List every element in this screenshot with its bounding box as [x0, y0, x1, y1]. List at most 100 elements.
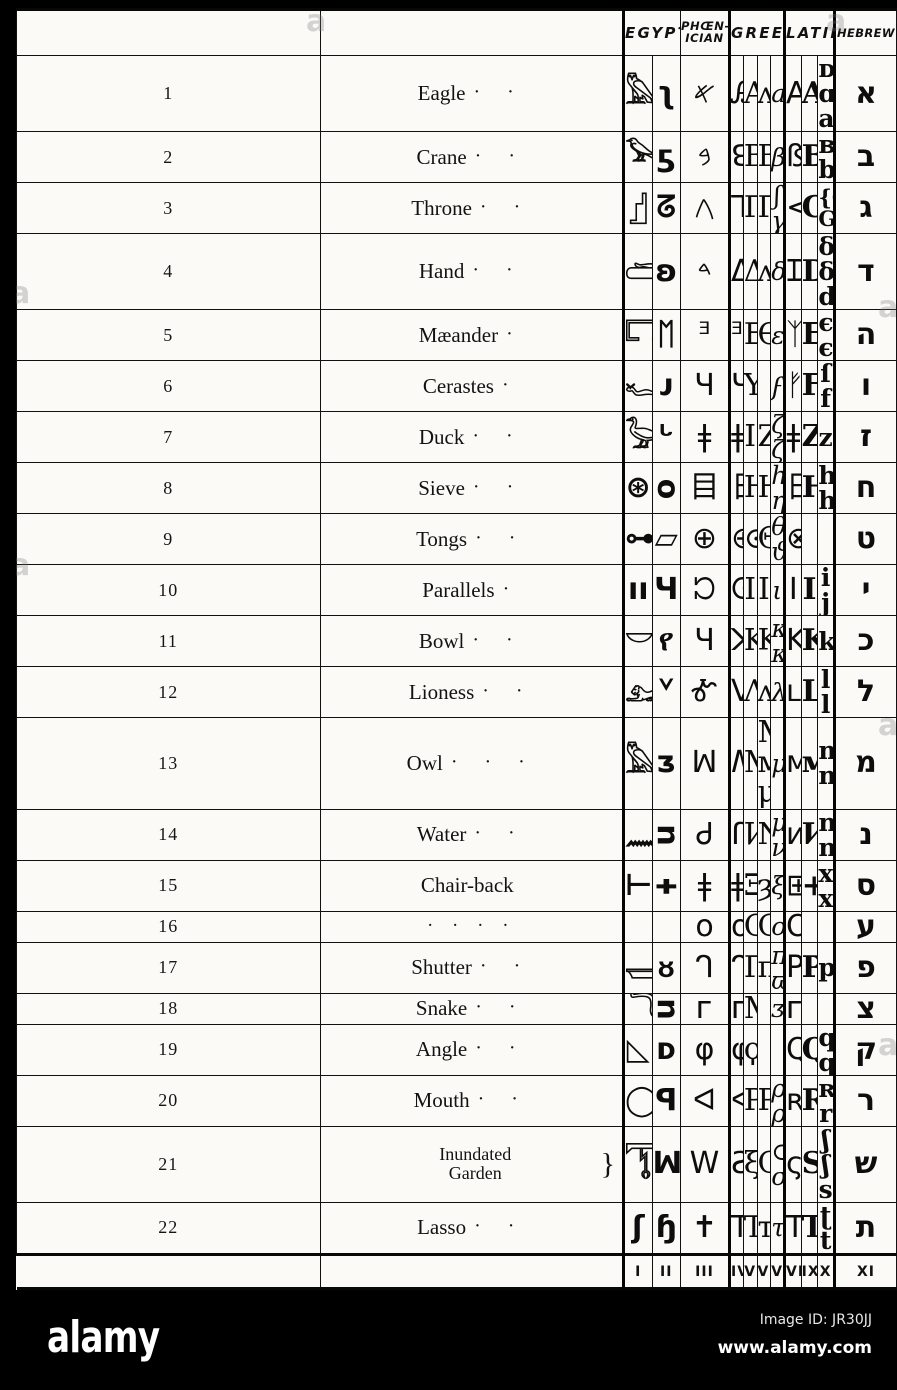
table-row: 14Water· ·𓈖ᴝᏧꓩͶNμ νᴎͶn nנ [16, 808, 897, 861]
leader-dots: · · [475, 996, 527, 1019]
egyptian-hieroglyph-glyph: ◺ [622, 1023, 653, 1076]
greek-glyph-4: ᴣ [770, 992, 785, 1025]
egyptian-hieroglyph-glyph: 𓉿 [622, 941, 653, 994]
latin-variant-line: {C [818, 185, 834, 211]
greek-glyph-2: B [742, 131, 758, 184]
greek-glyph-1: Ꭿ [728, 54, 744, 133]
latin-glyph-3: ʃ ʃ s [817, 1125, 835, 1203]
header-egyptian: EGYPTIAN [622, 8, 681, 56]
brace-glyph: } [600, 1147, 615, 1181]
greek-glyph-4: ⊂ σ [770, 1125, 785, 1203]
egyptian-hieratic-glyph: ʚ [651, 233, 681, 311]
hebrew-glyph: ח [833, 462, 897, 515]
phoenician-glyph: ǂ [680, 411, 730, 464]
row-name-text: Angle [415, 1037, 468, 1062]
row-name: Lioness · · [319, 666, 624, 719]
row-name-text: Mouth [413, 1088, 470, 1113]
row-name: Snake · · [319, 992, 624, 1025]
hebrew-glyph: י [833, 564, 897, 617]
latin-glyph-2: E [800, 309, 819, 362]
latin-glyph-3: z [817, 411, 835, 464]
hebrew-glyph: צ [833, 992, 897, 1025]
column-numeral: X [817, 1253, 835, 1290]
egyptian-hieratic-glyph: ▱ [651, 513, 681, 566]
egyptian-hieratic-glyph [651, 910, 681, 943]
row-number: 18 [16, 992, 321, 1025]
comparative-alphabet-table: EGYPTIAN PHŒN- ICIAN GREEK LATIN HEBREW … [16, 8, 897, 1290]
egyptian-hieroglyph-glyph: 𓇰 [622, 1125, 653, 1203]
row-number: 2 [16, 131, 321, 184]
latin-glyph-2: D [800, 233, 819, 311]
greek-glyph-4: θ ϑ [770, 513, 785, 566]
greek-glyph-1: Ч [728, 360, 744, 413]
hebrew-glyph: ר [833, 1074, 897, 1127]
greek-glyph-3 [756, 1023, 772, 1076]
greek-glyph-1: ᒉ [728, 941, 744, 994]
latin-glyph-3: ẟ ẟ d [817, 233, 835, 311]
latin-glyph-1: ᴦ [783, 992, 802, 1025]
egyptian-hieroglyph-glyph: ⊛ [622, 462, 653, 515]
row-number: 10 [16, 564, 321, 617]
egyptian-hieroglyph-glyph: ⊢⊣ [622, 859, 653, 912]
latin-glyph-2: H [800, 462, 819, 515]
row-name: Cerastes · [319, 360, 624, 413]
row-number: 8 [16, 462, 321, 515]
greek-glyph-2: I [742, 411, 758, 464]
row-name: Bowl · · [319, 615, 624, 668]
latin-glyph-2: T [800, 1201, 819, 1256]
egyptian-hieratic-glyph: ᘁ [651, 666, 681, 719]
latin-glyph-3: n n [817, 808, 835, 861]
row-name-text: Crane [416, 144, 467, 169]
greek-glyph-1: φ [728, 1023, 744, 1076]
latin-glyph-2: + [800, 859, 819, 912]
leader-dots: · · [472, 628, 524, 651]
latin-variant-line: Gɕʗg [818, 206, 835, 232]
greek-glyph-4: ξ [770, 859, 785, 912]
latin-glyph-3: ʀ r [817, 1074, 835, 1127]
column-numeral: V [742, 1253, 758, 1290]
greek-glyph-4: h η [770, 462, 785, 515]
latin-glyph-1: < [783, 182, 802, 235]
hebrew-glyph: ש [833, 1125, 897, 1203]
row-number: 9 [16, 513, 321, 566]
phoenician-glyph: φ [680, 1023, 730, 1076]
row-name: Shutter · · [319, 941, 624, 994]
phoenician-glyph: 目 [680, 462, 730, 515]
table-header: EGYPTIAN PHŒN- ICIAN GREEK LATIN HEBREW [16, 8, 897, 56]
leader-dots: · · [472, 259, 524, 282]
greek-glyph-1: ꓘ [728, 615, 744, 668]
latin-glyph-1: 日 [783, 462, 802, 515]
egyptian-hieroglyph-glyph: ⊶ [622, 513, 653, 566]
latin-glyph-2: A [800, 54, 819, 133]
column-numeral: VI [756, 1253, 772, 1290]
greek-glyph-3: Γ [756, 182, 772, 235]
row-name-text: Bowl [418, 628, 465, 653]
greek-glyph-2: A [742, 54, 758, 133]
latin-glyph-3: p [817, 941, 835, 994]
row-name-text: Tongs [416, 526, 468, 551]
egyptian-hieroglyph-glyph: 𓆑 [622, 360, 653, 413]
row-name-text: Parallels [422, 577, 495, 602]
column-numeral: XI [833, 1253, 897, 1290]
row-name: Inundated Garden} [319, 1125, 624, 1203]
greek-glyph-1: ǂ [728, 859, 744, 912]
latin-glyph-3: i j [817, 564, 835, 617]
leader-dots: · · · [450, 750, 536, 773]
table-row: 20 Mouth · · ◯ꟼᐊᐊPPρ ρʀRʀ rר [16, 1074, 897, 1127]
latin-glyph-1: A [783, 54, 802, 133]
row-name-line1: Inundated [439, 1144, 512, 1165]
greek-glyph-3: N [756, 808, 772, 861]
hebrew-glyph: ה [833, 309, 897, 362]
row-name-text: Chair-back [420, 873, 514, 898]
leader-dots: · · [473, 81, 525, 104]
table-row: 9Tongs· ·⊶▱⊕⊕⊙Θθ ϑ⊗ט [16, 513, 897, 566]
egyptian-hieroglyph-glyph: ıı [622, 564, 653, 617]
table-row: 7Duck· ·𓅬ᒡǂǂIZζ ζǂZzז [16, 411, 897, 464]
latin-glyph-3: ʈ t [817, 1201, 835, 1256]
egyptian-hieroglyph-glyph: 𓂧 [622, 233, 653, 311]
latin-glyph-1: ᴎ [783, 808, 802, 861]
greek-glyph-1: Ƨ [728, 1125, 744, 1203]
alamy-url[interactable]: www.alamy.com [718, 1338, 872, 1358]
table-row: 11Bowl· ·𓎡የЧꓘKƘκ κKKkכ [16, 615, 897, 668]
column-numeral: VIII [783, 1253, 802, 1290]
